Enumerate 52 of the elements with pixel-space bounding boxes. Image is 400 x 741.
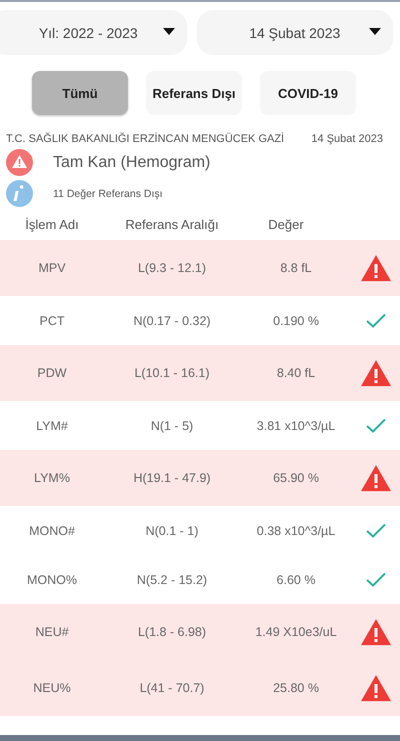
dropdown[interactable]: 14 Şubat 2023 bbox=[196, 10, 393, 55]
info-text: 11 Değer Referans Dışı bbox=[53, 188, 163, 200]
table-cell-text: N(0.1 - 1) bbox=[144, 524, 200, 538]
check-icon bbox=[366, 523, 386, 538]
caret-icon bbox=[162, 28, 174, 35]
table-cell-text: LYM# bbox=[35, 418, 69, 432]
warning-icon bbox=[360, 618, 392, 646]
column-header: İşlem Adı bbox=[24, 217, 80, 232]
table-cell-text: N(5.2 - 15.2) bbox=[136, 572, 208, 586]
table-cell-text: MONO# bbox=[28, 524, 76, 538]
table-cell-text: 8.8 fL bbox=[279, 261, 313, 275]
institution-name: T.C. SAĞLIK BAKANLIĞI ERZİNCAN MENGÜCEK GAZİ bbox=[6, 133, 284, 145]
warning-icon bbox=[360, 674, 392, 702]
filter-tab[interactable]: COVID-19 bbox=[260, 71, 356, 115]
table-cell-text: MONO% bbox=[26, 572, 78, 586]
caret-icon bbox=[369, 28, 381, 35]
table-cell-text: N(1 - 5) bbox=[150, 418, 194, 432]
warning-icon bbox=[360, 464, 392, 492]
table-cell-text: L(9.3 - 12.1) bbox=[136, 261, 208, 275]
warning-icon bbox=[360, 254, 392, 282]
table-cell-text: NEU% bbox=[32, 681, 72, 695]
table-cell-text: 0.190 % bbox=[272, 314, 320, 328]
table-cell-text: 25.80 % bbox=[272, 681, 320, 695]
filter-tab[interactable]: Referans Dışı bbox=[146, 71, 242, 115]
report-date: 14 Şubat 2023 bbox=[311, 133, 383, 145]
table-cell-text: 8.40 fL bbox=[276, 366, 316, 380]
table-cell-text: PCT bbox=[38, 314, 66, 328]
info-icon bbox=[6, 180, 33, 207]
table-cell-text: L(1.8 - 6.98) bbox=[136, 625, 208, 639]
check-icon bbox=[366, 572, 386, 587]
filter-tab[interactable]: Tümü bbox=[32, 71, 128, 115]
check-icon bbox=[366, 418, 386, 433]
warning-icon bbox=[360, 358, 392, 388]
column-header: Değer bbox=[267, 217, 305, 232]
dropdown[interactable]: Yıl: 2022 - 2023 bbox=[0, 10, 186, 55]
table-cell-text: MPV bbox=[37, 261, 67, 275]
table-cell-text: LYM% bbox=[33, 471, 71, 485]
table-cell-text: L(10.1 - 16.1) bbox=[133, 366, 211, 380]
table-cell-text: PDW bbox=[36, 366, 68, 380]
test-title: Tam Kan (Hemogram) bbox=[53, 154, 210, 172]
table-cell-text: 65.90 % bbox=[272, 471, 320, 485]
table-cell-text: 1.49 X10e3/uL bbox=[254, 625, 338, 639]
column-header: Referans Aralığı bbox=[124, 217, 220, 232]
check-icon bbox=[366, 313, 386, 328]
table-cell-text: H(19.1 - 47.9) bbox=[132, 471, 212, 485]
table-cell-text: 6.60 % bbox=[276, 572, 316, 586]
table-cell-text: L(41 - 70.7) bbox=[138, 681, 206, 695]
warning-icon bbox=[6, 149, 33, 176]
table-cell-text: 0.38 x10^3/µL bbox=[256, 524, 336, 538]
table-cell-text: NEU# bbox=[34, 625, 70, 639]
table-cell-text: N(0.17 - 0.32) bbox=[132, 314, 212, 328]
table-cell-text: 3.81 x10^3/µL bbox=[256, 418, 336, 432]
